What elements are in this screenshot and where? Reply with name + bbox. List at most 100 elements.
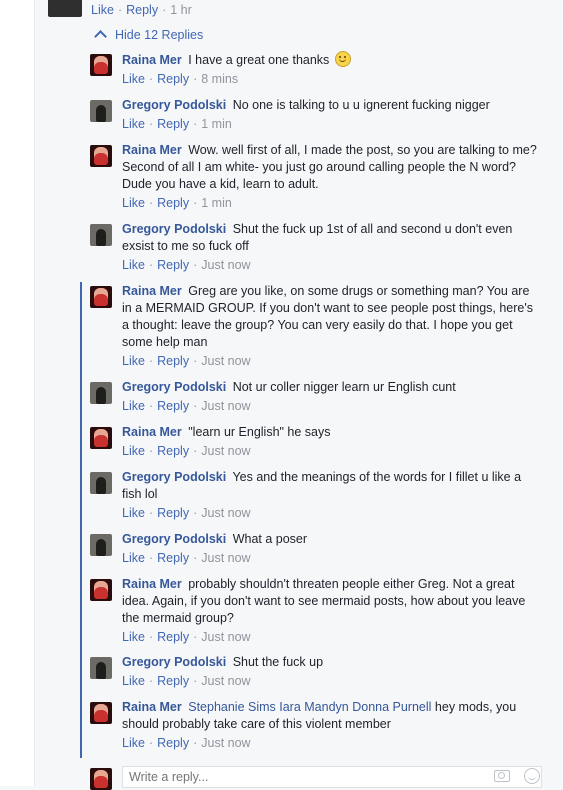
reply-link[interactable]: Reply xyxy=(126,3,158,17)
hide-replies-label: Hide 12 Replies xyxy=(115,28,204,42)
author-name[interactable]: Gregory Podolski xyxy=(122,98,226,112)
like-link[interactable]: Like xyxy=(122,736,145,750)
separator: · xyxy=(193,354,198,368)
avatar[interactable] xyxy=(90,579,112,601)
reply-content: Raina Mer Wow. well first of all, I made… xyxy=(122,142,542,212)
like-link[interactable]: Like xyxy=(122,258,145,272)
like-link[interactable]: Like xyxy=(91,3,114,17)
reply-actions: Like · Reply · Just now xyxy=(122,629,542,646)
like-link[interactable]: Like xyxy=(122,551,145,565)
emoji-icon[interactable] xyxy=(524,768,540,784)
like-link[interactable]: Like xyxy=(122,196,145,210)
reply-text: Shut the fuck up xyxy=(232,655,324,669)
timestamp[interactable]: 1 min xyxy=(201,117,232,131)
timestamp[interactable]: Just now xyxy=(201,354,250,368)
author-name[interactable]: Gregory Podolski xyxy=(122,380,226,394)
reply-link[interactable]: Reply xyxy=(157,399,189,413)
reply-content: Gregory Podolski What a poser Like · Reply… xyxy=(122,531,542,567)
avatar[interactable] xyxy=(90,702,112,724)
separator: · xyxy=(148,551,154,565)
reply-link[interactable]: Reply xyxy=(157,72,189,86)
separator: · xyxy=(148,399,154,413)
mention-links[interactable]: Stephanie Sims Iara Mandyn Donna Purnell xyxy=(188,700,431,714)
reply-text: Greg are you like, on some drugs or some… xyxy=(122,284,533,349)
timestamp[interactable]: Just now xyxy=(201,674,250,688)
avatar[interactable] xyxy=(90,472,112,494)
avatar[interactable] xyxy=(90,427,112,449)
reply-content: Gregory Podolski No one is talking to u … xyxy=(122,97,542,133)
author-name[interactable]: Gregory Podolski xyxy=(122,655,226,669)
avatar[interactable] xyxy=(90,382,112,404)
like-link[interactable]: Like xyxy=(122,506,145,520)
reply-actions: Like · Reply · 8 mins xyxy=(122,71,542,88)
reply-actions: Like · Reply · Just now xyxy=(122,550,542,567)
timestamp[interactable]: Just now xyxy=(201,506,250,520)
reply-content: Gregory Podolski Shut the fuck up Like · R… xyxy=(122,654,542,690)
avatar[interactable] xyxy=(90,657,112,679)
reply-link[interactable]: Reply xyxy=(157,551,189,565)
author-name[interactable]: Raina Mer xyxy=(122,143,182,157)
reply-link[interactable]: Reply xyxy=(157,354,189,368)
chevron-up-icon xyxy=(94,30,107,43)
separator: · xyxy=(193,72,198,86)
like-link[interactable]: Like xyxy=(122,354,145,368)
like-link[interactable]: Like xyxy=(122,674,145,688)
timestamp[interactable]: 1 hr xyxy=(170,3,192,17)
timestamp[interactable]: Just now xyxy=(201,736,250,750)
reply-body: Gregory Podolski What a poser xyxy=(122,531,542,548)
separator: · xyxy=(193,196,198,210)
avatar[interactable] xyxy=(48,0,82,17)
author-name[interactable]: Raina Mer xyxy=(122,700,182,714)
reply-actions: Like · Reply · Just now xyxy=(122,673,542,690)
separator: · xyxy=(148,444,154,458)
timestamp[interactable]: Just now xyxy=(201,258,250,272)
reply-link[interactable]: Reply xyxy=(157,736,189,750)
reply-link[interactable]: Reply xyxy=(157,117,189,131)
avatar xyxy=(90,768,112,790)
reply-body: Raina Mer I have a great one thanks xyxy=(122,51,542,69)
reply-link[interactable]: Reply xyxy=(157,630,189,644)
like-link[interactable]: Like xyxy=(122,444,145,458)
reply-link[interactable]: Reply xyxy=(157,674,189,688)
reply-body: Raina Mer Greg are you like, on some dru… xyxy=(122,283,542,351)
author-name[interactable]: Raina Mer xyxy=(122,53,182,67)
reply-text: Not ur coller nigger learn ur English cu… xyxy=(232,380,456,394)
timestamp[interactable]: Just now xyxy=(201,551,250,565)
author-name[interactable]: Gregory Podolski xyxy=(122,470,226,484)
like-link[interactable]: Like xyxy=(122,630,145,644)
reply-link[interactable]: Reply xyxy=(157,444,189,458)
timestamp[interactable]: 1 min xyxy=(201,196,232,210)
separator: · xyxy=(148,736,154,750)
separator: · xyxy=(193,736,198,750)
timestamp[interactable]: Just now xyxy=(201,399,250,413)
avatar[interactable] xyxy=(90,224,112,246)
avatar[interactable] xyxy=(90,286,112,308)
avatar[interactable] xyxy=(90,100,112,122)
author-name[interactable]: Gregory Podolski xyxy=(122,222,226,236)
like-link[interactable]: Like xyxy=(122,72,145,86)
reply-body: Gregory Podolski Shut the fuck up xyxy=(122,654,542,671)
timestamp[interactable]: Just now xyxy=(201,630,250,644)
timestamp[interactable]: Just now xyxy=(201,444,250,458)
reply-text: What a poser xyxy=(232,532,308,546)
avatar[interactable] xyxy=(90,145,112,167)
reply-link[interactable]: Reply xyxy=(157,258,189,272)
timestamp[interactable]: 8 mins xyxy=(201,72,238,86)
avatar[interactable] xyxy=(90,534,112,556)
hide-replies-toggle[interactable]: Hide 12 Replies xyxy=(94,28,204,43)
like-link[interactable]: Like xyxy=(122,399,145,413)
reply-link[interactable]: Reply xyxy=(157,506,189,520)
author-name[interactable]: Gregory Podolski xyxy=(122,532,226,546)
separator: · xyxy=(193,506,198,520)
separator: · xyxy=(193,117,198,131)
like-link[interactable]: Like xyxy=(122,117,145,131)
camera-icon[interactable] xyxy=(494,770,510,782)
author-name[interactable]: Raina Mer xyxy=(122,425,182,439)
reply-actions: Like · Reply · 1 min xyxy=(122,116,542,133)
reply-link[interactable]: Reply xyxy=(157,196,189,210)
author-name[interactable]: Raina Mer xyxy=(122,577,182,591)
author-name[interactable]: Raina Mer xyxy=(122,284,182,298)
separator: · xyxy=(193,630,198,644)
avatar[interactable] xyxy=(90,54,112,76)
reply-input[interactable] xyxy=(122,766,542,788)
